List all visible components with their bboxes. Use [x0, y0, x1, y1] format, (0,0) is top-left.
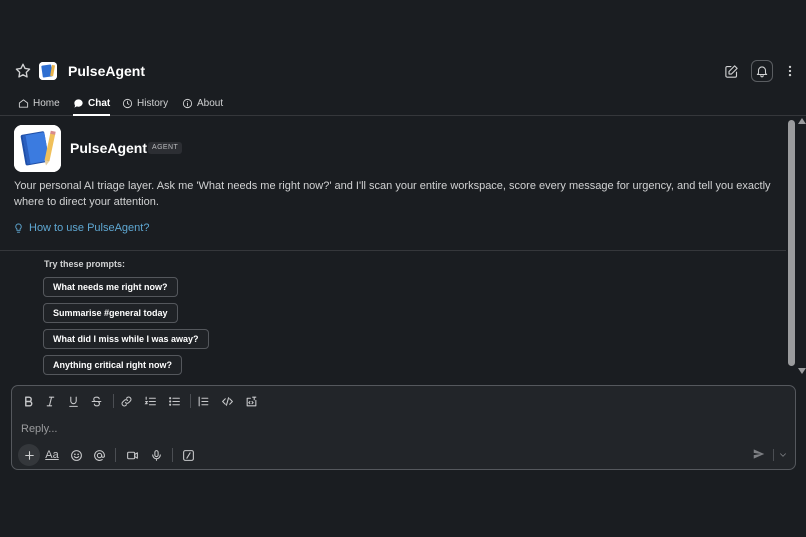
bell-icon[interactable] [751, 60, 773, 82]
app-header: PulseAgent [0, 56, 806, 86]
agent-avatar [14, 125, 61, 172]
info-icon [182, 98, 193, 108]
tab-label: About [197, 97, 224, 109]
app-logo-icon [39, 62, 57, 80]
reply-input[interactable] [21, 421, 721, 437]
underline-icon[interactable] [65, 393, 81, 409]
toolbar-divider [115, 448, 116, 462]
notebook-icon [14, 125, 61, 172]
divider [0, 250, 786, 251]
bold-icon[interactable] [20, 393, 36, 409]
code-block-icon[interactable] [243, 393, 259, 409]
prompts-label: Try these prompts: [44, 259, 126, 269]
video-icon[interactable] [123, 446, 141, 464]
chevron-down-icon[interactable] [777, 448, 789, 462]
prompt-button[interactable]: Summarise #general today [43, 303, 178, 323]
mention-icon[interactable] [90, 446, 108, 464]
text-format-button[interactable]: Aa [44, 446, 60, 464]
scrollbar-thumb[interactable] [788, 120, 795, 366]
blockquote-icon[interactable] [195, 393, 211, 409]
star-icon[interactable] [14, 62, 32, 80]
tab-label: Home [33, 97, 60, 109]
agent-description: Your personal AI triage layer. Ask me 'W… [14, 180, 771, 208]
agent-name[interactable]: PulseAgent [70, 140, 147, 156]
formatting-toolbar [12, 386, 795, 416]
tab-chat[interactable]: Chat [73, 95, 111, 116]
tab-label: History [137, 97, 169, 109]
toolbar-divider [773, 449, 774, 461]
plus-icon[interactable] [18, 444, 40, 466]
message-composer: Aa [11, 385, 796, 470]
tab-home[interactable]: Home [18, 95, 60, 111]
lightbulb-icon [15, 222, 22, 233]
how-to-link-label[interactable]: How to use PulseAgent? [29, 222, 149, 234]
agent-badge: AGENT [148, 142, 183, 154]
how-to-link[interactable]: How to use PulseAgent? [14, 222, 149, 234]
composer-actions: Aa [12, 444, 795, 468]
prompt-button[interactable]: What did I miss while I was away? [43, 329, 209, 349]
send-icon[interactable] [752, 447, 768, 463]
tab-about[interactable]: About [182, 95, 223, 111]
italic-icon[interactable] [42, 393, 58, 409]
emoji-icon[interactable] [67, 446, 85, 464]
prompt-button[interactable]: Anything critical right now? [43, 355, 182, 375]
prompt-button[interactable]: What needs me right now? [43, 277, 178, 297]
ordered-list-icon[interactable] [142, 393, 158, 409]
home-icon [18, 98, 29, 108]
scroll-down-arrow-icon[interactable] [798, 368, 806, 374]
tab-label: Chat [88, 97, 111, 109]
clock-icon [122, 98, 133, 108]
toolbar-divider [190, 394, 191, 408]
bullet-list-icon[interactable] [166, 393, 182, 409]
link-icon[interactable] [118, 393, 134, 409]
tab-history[interactable]: History [122, 95, 168, 111]
strikethrough-icon[interactable] [88, 393, 104, 409]
toolbar-divider [113, 394, 114, 408]
scroll-up-arrow-icon[interactable] [798, 118, 806, 124]
page-title: PulseAgent [68, 63, 146, 79]
tab-bar: Home Chat History About [0, 92, 806, 116]
code-icon[interactable] [219, 393, 235, 409]
compose-icon[interactable] [720, 60, 742, 82]
toolbar-divider [172, 448, 173, 462]
more-vertical-icon[interactable] [779, 60, 801, 82]
microphone-icon[interactable] [147, 446, 165, 464]
slash-command-icon[interactable] [179, 446, 197, 464]
chat-bubble-icon [74, 98, 83, 108]
